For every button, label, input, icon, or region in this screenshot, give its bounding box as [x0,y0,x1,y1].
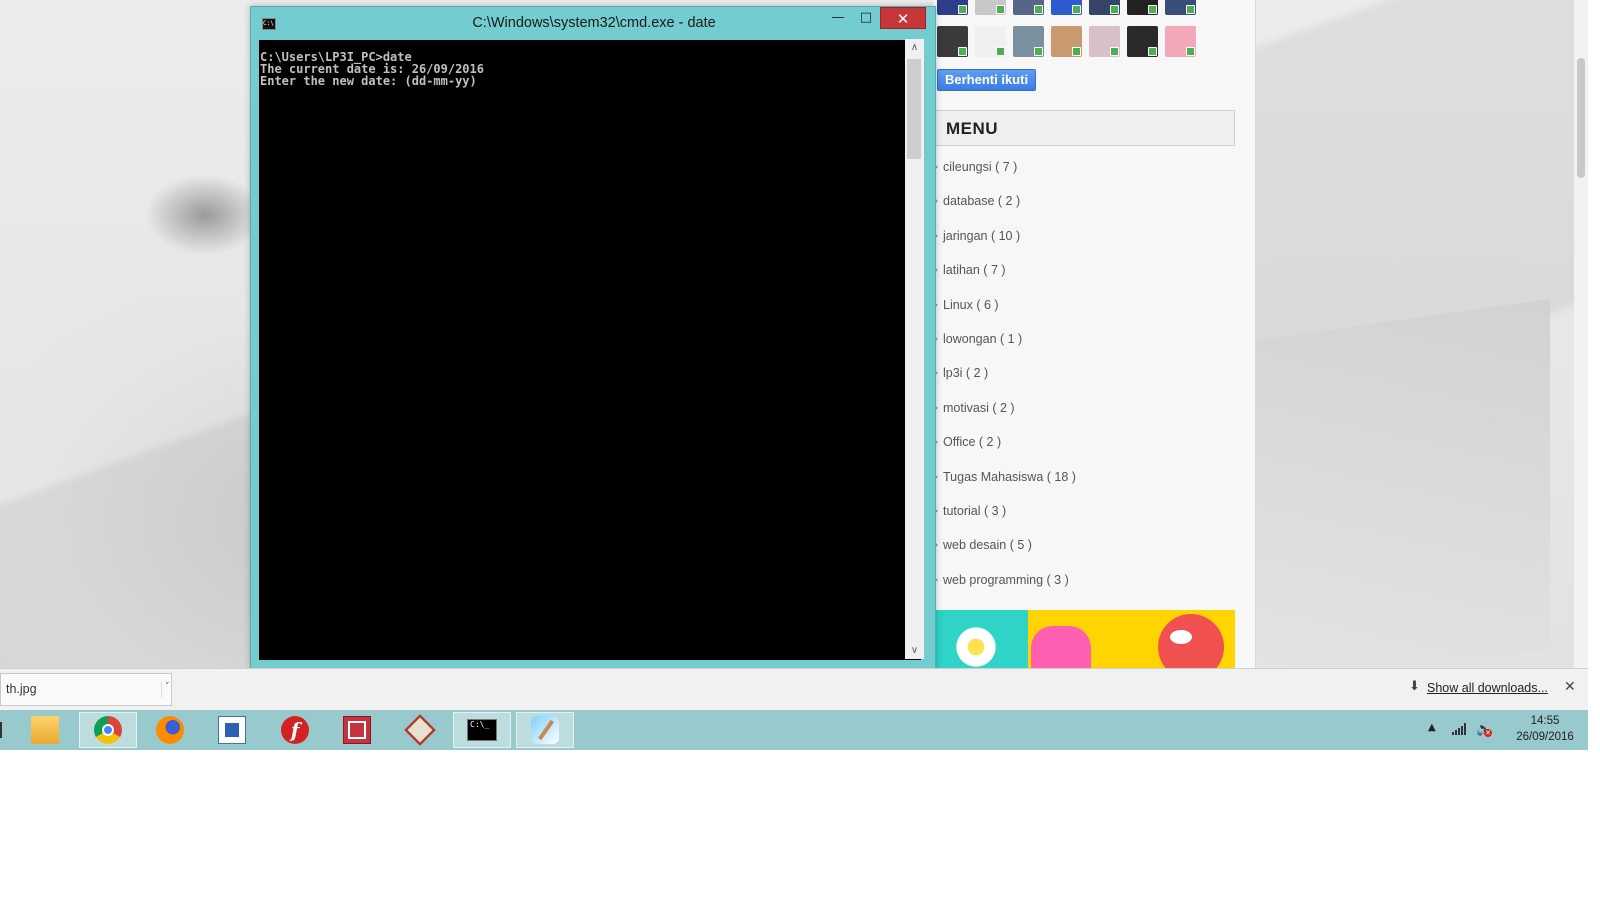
show-all-downloads-link[interactable]: Show all downloads... [1427,681,1548,695]
bird-eye-graphic [1170,630,1192,644]
follower-avatar[interactable] [937,26,968,57]
cmd-window[interactable]: C:\ C:\Windows\system32\cmd.exe - date —… [250,6,936,669]
menu-item-label: database ( 2 ) [943,194,1021,209]
menu-item[interactable]: web programming ( 3 ) [933,563,1233,597]
taskbar-math-app[interactable] [328,712,386,748]
close-button[interactable]: ✕ [880,7,926,29]
menu-item[interactable]: database ( 2 ) [933,184,1233,218]
menu-item[interactable]: Linux ( 6 ) [933,288,1233,322]
close-icon[interactable]: ✕ [1564,679,1576,695]
show-hidden-icons-icon[interactable]: ▲ [1428,722,1436,733]
scroll-down-arrow-icon[interactable]: ∨ [905,642,924,659]
follower-avatar[interactable] [1089,0,1120,15]
menu-item[interactable]: lowongan ( 1 ) [933,322,1233,356]
follower-avatar[interactable] [1165,26,1196,57]
menu-item[interactable]: Office ( 2 ) [933,425,1233,459]
menu-item-label: lowongan ( 1 ) [943,331,1023,346]
menu-item[interactable]: motivasi ( 2 ) [933,391,1233,425]
blog-sidebar: Berhenti ikuti MENU cileungsi ( 7 ) datab… [933,0,1256,668]
network-signal-icon[interactable] [1452,723,1468,735]
menu-item-label: jaringan ( 10 ) [943,228,1021,243]
taskbar-file-explorer[interactable] [16,712,74,748]
red-app-icon [404,714,436,746]
console-text: C:\Users\LP3I_PC>date The current date i… [260,50,484,88]
show-desktop-edge[interactable] [0,722,2,738]
menu-item[interactable]: jaringan ( 10 ) [933,219,1233,253]
menu-item-label: motivasi ( 2 ) [943,400,1015,415]
follower-avatar[interactable] [937,0,968,15]
download-item[interactable]: th.jpg ˅ [0,673,172,706]
menu-item-label: cileungsi ( 7 ) [943,160,1018,174]
menu-item-label: Office ( 2 ) [943,435,1002,450]
menu-item-label: lp3i ( 2 ) [943,366,989,381]
follower-avatars-row [937,0,1196,15]
menu-item[interactable]: web desain ( 5 ) [933,528,1233,562]
minimize-button[interactable]: — [824,7,852,29]
follower-avatar[interactable] [975,26,1006,57]
pink-character-graphic [1031,626,1091,668]
menu-item[interactable]: lp3i ( 2 ) [933,356,1233,390]
follower-avatar[interactable] [1051,26,1082,57]
follower-avatars-row [937,26,1196,57]
downloads-bar: th.jpg ˅ ⬇ Show all downloads... ✕ [0,668,1588,710]
menu-item[interactable]: tutorial ( 3 ) [933,494,1233,528]
firefox-icon [156,716,184,744]
cmd-icon: C:\_ [467,719,497,741]
follower-avatar[interactable] [1013,26,1044,57]
desktop-screen: Berhenti ikuti MENU cileungsi ( 7 ) datab… [0,0,1588,750]
menu-header: MENU [933,110,1235,146]
download-icon: ⬇ [1409,679,1420,694]
math-app-icon [343,716,371,744]
taskbar-cmd[interactable]: C:\_ [453,712,511,748]
paint-icon [531,716,559,744]
cmd-titlebar[interactable]: C:\ C:\Windows\system32\cmd.exe - date —… [251,7,935,40]
menu-item-label: latihan ( 7 ) [943,263,1006,278]
console-output-area[interactable]: C:\Users\LP3I_PC>date The current date i… [259,40,921,660]
unfollow-button[interactable]: Berhenti ikuti [937,69,1037,91]
clock-date[interactable]: 26/09/2016 [1510,731,1580,743]
taskbar-chrome[interactable] [79,712,137,748]
browser-scroll-thumb[interactable] [1577,58,1585,178]
chevron-down-icon[interactable]: ˅ [161,682,170,698]
taskbar-red-app[interactable] [391,712,449,748]
taskbar: f C:\_ ▲ 🔈 ✕ 14:55 26/09/2016 [0,710,1588,750]
follower-avatar[interactable] [1051,0,1082,15]
flower-graphic [953,624,999,668]
follower-avatar[interactable] [1127,0,1158,15]
download-filename: th.jpg [6,682,37,696]
menu-item[interactable]: latihan ( 7 ) [933,253,1233,287]
menu-title: MENU [946,119,999,138]
console-scrollbar[interactable]: ∧ ∨ [905,39,924,659]
wallpaper-shape [1250,298,1550,692]
follower-avatar[interactable] [975,0,1006,15]
menu-item-label: web programming ( 3 ) [943,572,1069,587]
taskbar-document-app[interactable] [203,712,261,748]
system-tray: ▲ 🔈 ✕ 14:55 26/09/2016 [1420,710,1588,750]
follower-avatar[interactable] [1165,0,1196,15]
file-explorer-icon [31,716,59,744]
menu-item-label: web desain ( 5 ) [943,538,1032,553]
taskbar-flash[interactable]: f [266,712,324,748]
taskbar-firefox[interactable] [141,712,199,748]
browser-scrollbar[interactable] [1574,0,1588,668]
follower-avatar[interactable] [1013,0,1044,15]
mute-badge-icon: ✕ [1484,729,1492,737]
maximize-button[interactable]: □ [852,7,880,29]
follower-avatar[interactable] [1127,26,1158,57]
scroll-up-arrow-icon[interactable]: ∧ [905,39,924,56]
follower-avatar[interactable] [1089,26,1120,57]
flash-icon: f [281,716,309,744]
console-scroll-thumb[interactable] [907,59,921,159]
clock-time[interactable]: 14:55 [1515,715,1575,727]
menu-list: cileungsi ( 7 ) database ( 2 ) jaringan ( … [933,150,1233,597]
menu-item[interactable]: Tugas Mahasiswa ( 18 ) [933,460,1233,494]
menu-item-label: tutorial ( 3 ) [943,503,1007,518]
menu-item-label: Tugas Mahasiswa ( 18 ) [943,469,1076,484]
menu-item[interactable]: cileungsi ( 7 ) [933,150,1233,184]
taskbar-paint[interactable] [516,712,574,748]
cartoon-banner[interactable] [933,610,1235,668]
chrome-icon [94,716,122,744]
menu-item-label: Linux ( 6 ) [943,297,999,312]
document-app-icon [218,716,246,744]
